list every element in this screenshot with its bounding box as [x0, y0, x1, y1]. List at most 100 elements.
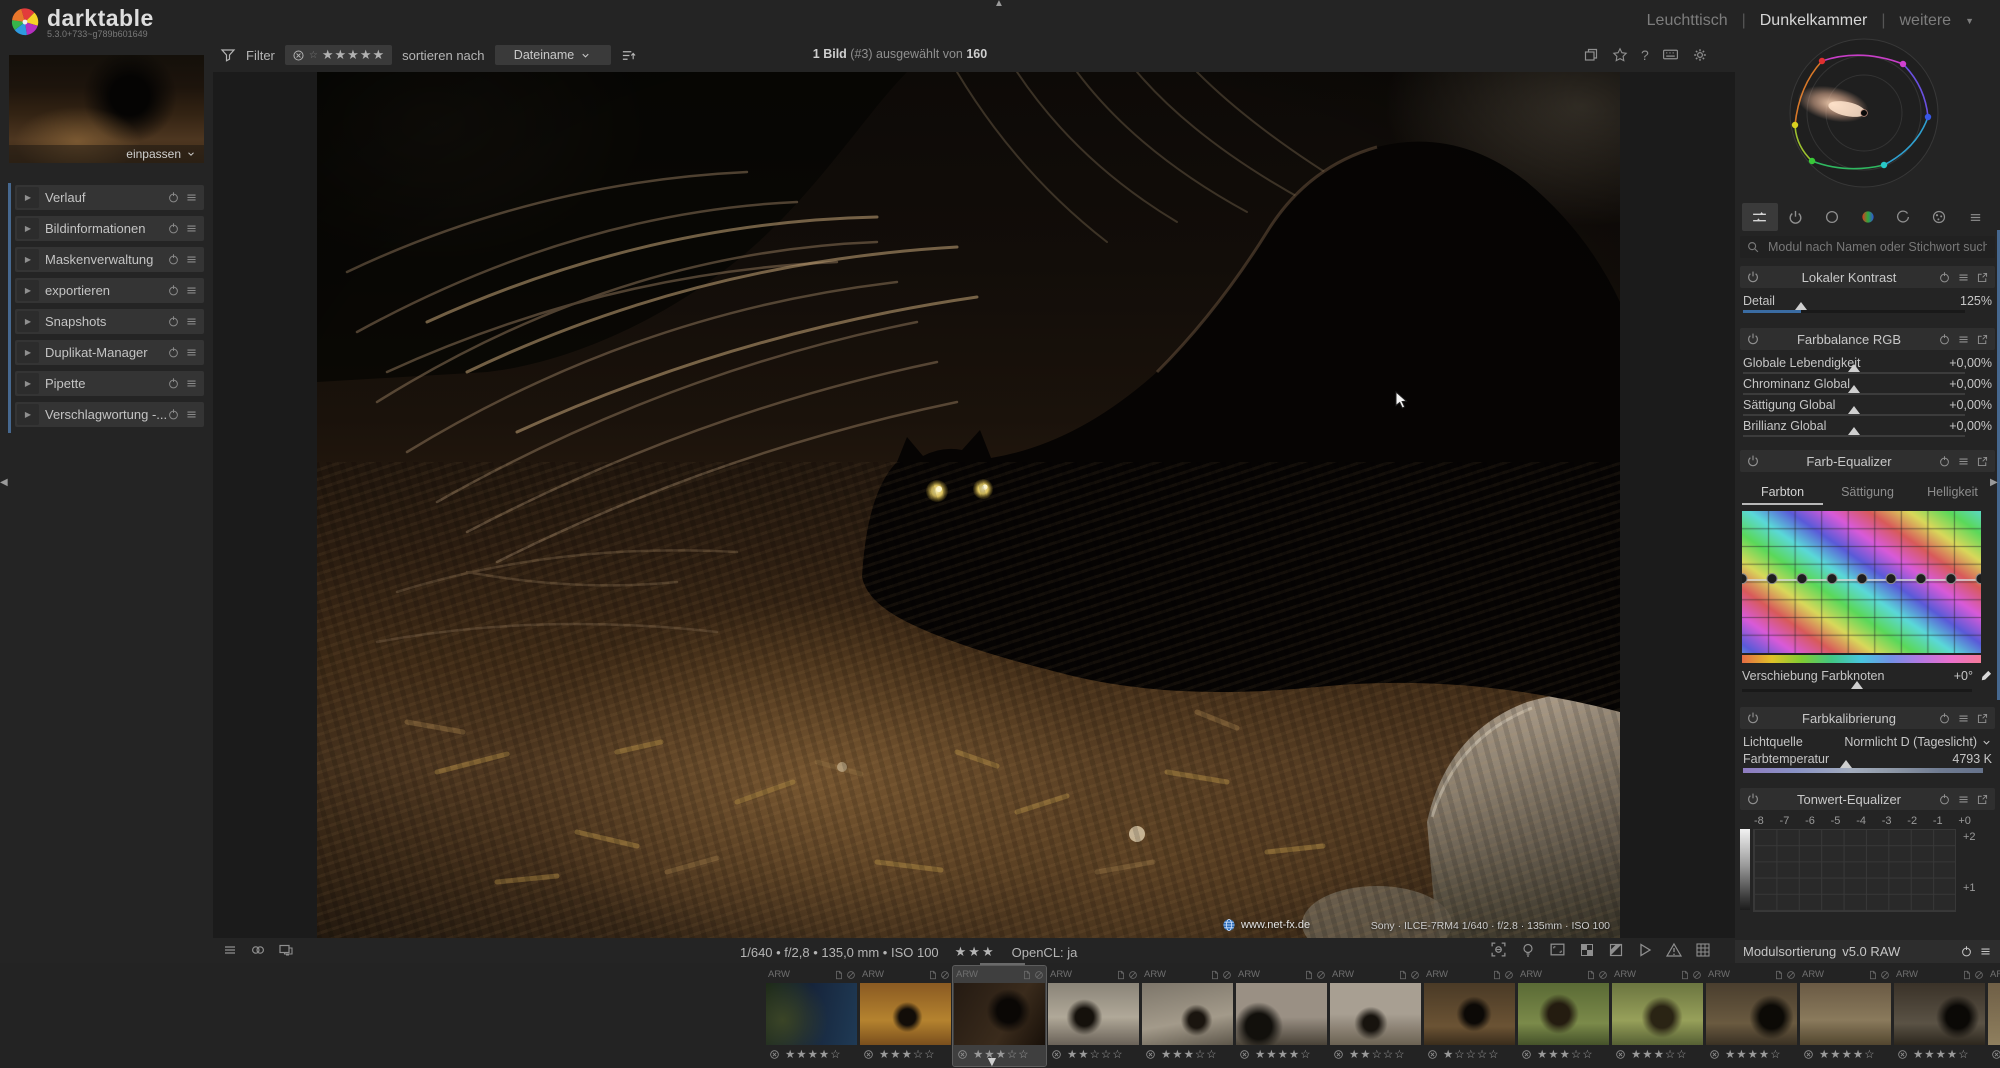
filmstrip[interactable]: ARW★★★★☆ARW★★★☆☆ARW★★★☆☆ARW★★☆☆☆ARW★★★☆☆… [0, 963, 2000, 1068]
module-header[interactable]: Farbbalance RGB [1740, 328, 1995, 350]
thumb-image[interactable] [1142, 983, 1233, 1045]
presets-menu-icon[interactable] [1957, 271, 1970, 284]
illuminant-value[interactable]: Normlicht D (Tageslicht) [1844, 735, 1977, 749]
fit-to-screen-icon[interactable] [1549, 941, 1566, 958]
thumb-rating[interactable]: ★★★☆☆ [1987, 1045, 2000, 1063]
reject-icon[interactable] [1333, 1049, 1344, 1060]
zoom-fit-control[interactable]: einpassen [9, 145, 204, 163]
color-equalizer-grid[interactable] [1742, 511, 1981, 653]
second-window-icon[interactable] [278, 942, 294, 958]
sort-direction-icon[interactable] [621, 48, 636, 63]
reset-icon[interactable] [167, 191, 180, 204]
navigation-thumbnail[interactable]: einpassen [9, 55, 204, 163]
unstarred-icon[interactable]: ☆ [309, 50, 318, 61]
curve-node[interactable] [1886, 573, 1897, 584]
filmstrip-thumb[interactable]: ARW★★★☆☆ [1141, 966, 1234, 1066]
reject-icon[interactable] [863, 1049, 874, 1060]
filmstrip-thumb[interactable]: ARW★★★★☆ [1893, 966, 1986, 1066]
thumb-rating[interactable]: ★★★☆☆ [859, 1045, 952, 1063]
softproof-icon[interactable] [1637, 942, 1653, 958]
power-icon[interactable] [1746, 792, 1760, 806]
gamut-check-icon[interactable] [1579, 942, 1595, 958]
section-image-info[interactable]: ▶Bildinformationen [15, 216, 204, 241]
reject-icon[interactable] [1803, 1049, 1814, 1060]
detail-slider[interactable]: Detail125% [1743, 294, 1992, 313]
panels-toggle-icon[interactable] [1583, 47, 1599, 63]
thumb-rating[interactable]: ★★★★☆ [765, 1045, 858, 1063]
main-image[interactable]: www.net-fx.de Sony · ILCE-7RM4 1/640 · f… [317, 72, 1620, 938]
view-tab-lighttable[interactable]: Leuchttisch [1647, 12, 1728, 30]
reset-icon[interactable] [1938, 793, 1951, 806]
tone-eq-grid[interactable] [1753, 829, 1956, 912]
reject-icon[interactable] [1897, 1049, 1908, 1060]
group-grading-tab[interactable] [1814, 203, 1850, 231]
reject-icon[interactable] [1991, 1049, 2000, 1060]
filmstrip-thumb[interactable]: ARW★★★☆☆ [859, 966, 952, 1066]
reject-icon[interactable] [1145, 1049, 1156, 1060]
eyedropper-icon[interactable] [1979, 669, 1993, 683]
iso12646-assessment-icon[interactable] [1520, 942, 1536, 958]
thumb-rating[interactable]: ★★☆☆☆ [1329, 1045, 1422, 1063]
thumb-rating[interactable]: ★★★★☆ [1799, 1045, 1892, 1063]
filmstrip-thumb[interactable]: ARW★★★★☆ [1705, 966, 1798, 1066]
slider-thumb[interactable] [1848, 385, 1860, 393]
thumb-rating[interactable]: ★★★★☆ [1705, 1045, 1798, 1063]
section-duplicate-manager[interactable]: ▶Duplikat-Manager [15, 340, 204, 365]
thumb-rating[interactable]: ★☆☆☆☆ [1423, 1045, 1516, 1063]
collapse-top-arrow[interactable]: ▲ [994, 0, 1004, 9]
power-icon[interactable] [1746, 711, 1760, 725]
section-history[interactable]: ▶Verlauf [15, 185, 204, 210]
presets-menu-icon[interactable] [185, 222, 198, 235]
section-export[interactable]: ▶exportieren [15, 278, 204, 303]
thumb-rating[interactable]: ★★★☆☆ [1141, 1045, 1234, 1063]
filmstrip-thumb[interactable]: ARW★★★☆☆ [1517, 966, 1610, 1066]
presets-menu-icon[interactable] [185, 346, 198, 359]
favorite-star-icon[interactable] [1612, 47, 1628, 63]
section-tagging[interactable]: ▶Verschlagwortung -... [15, 402, 204, 427]
expand-triangle-icon[interactable]: ▶ [17, 373, 39, 394]
more-views-chevron-icon[interactable]: ▼ [1965, 16, 1974, 26]
section-snapshots[interactable]: ▶Snapshots [15, 309, 204, 334]
global-chroma-slider[interactable]: Chrominanz Global+0,00% [1743, 377, 1992, 395]
presets-menu-icon[interactable] [1979, 945, 1992, 958]
preferences-gear-icon[interactable] [1692, 47, 1708, 63]
expand-triangle-icon[interactable]: ▶ [17, 249, 39, 270]
global-brilliance-slider[interactable]: Brillianz Global+0,00% [1743, 419, 1992, 437]
thumb-image[interactable] [1612, 983, 1703, 1045]
thumb-image[interactable] [766, 983, 857, 1045]
module-order-footer[interactable]: Modulsortierung v5.0 RAW [1735, 940, 2000, 963]
thumb-image[interactable] [860, 983, 951, 1045]
slider-thumb[interactable] [1840, 760, 1852, 768]
thumb-rating[interactable]: ★★★★☆ [1235, 1045, 1328, 1063]
thumb-rating[interactable]: ★★★☆☆ [1517, 1045, 1610, 1063]
presets-menu-icon[interactable] [1957, 455, 1970, 468]
clipping-warning-icon[interactable] [1608, 942, 1624, 958]
group-effects-tab[interactable] [1921, 203, 1957, 231]
tab-brightness[interactable]: Helligkeit [1912, 482, 1993, 505]
sort-combobox[interactable]: Dateiname [495, 45, 611, 65]
curve-node[interactable] [1856, 573, 1867, 584]
global-vibrance-slider[interactable]: Globale Lebendigkeit+0,00% [1743, 356, 1992, 374]
presets-menu-icon[interactable] [185, 377, 198, 390]
thumb-image[interactable] [954, 983, 1045, 1045]
thumb-rating[interactable]: ★★★☆☆ [953, 1045, 1046, 1063]
thumb-image[interactable] [1236, 983, 1327, 1045]
thumb-image[interactable] [1518, 983, 1609, 1045]
collapse-left-arrow[interactable]: ◀ [0, 478, 8, 488]
thumb-rating[interactable]: ★★★★☆ [1893, 1045, 1986, 1063]
presets-menu-icon[interactable] [185, 408, 198, 421]
thumb-image[interactable] [1048, 983, 1139, 1045]
reset-icon[interactable] [167, 408, 180, 421]
filmstrip-thumb[interactable]: ARW★★★★☆ [1799, 966, 1892, 1066]
thumbnail-overlays-menu-icon[interactable] [222, 942, 238, 958]
thumb-image[interactable] [1894, 983, 1985, 1045]
reject-icon[interactable] [1709, 1049, 1720, 1060]
thumb-image[interactable] [1424, 983, 1515, 1045]
reset-icon[interactable] [1960, 945, 1973, 958]
reject-icon[interactable] [1051, 1049, 1062, 1060]
reject-icon[interactable] [1521, 1049, 1532, 1060]
reject-icon[interactable] [769, 1049, 780, 1060]
presets-menu-icon[interactable] [1957, 333, 1970, 346]
reject-icon[interactable] [1615, 1049, 1626, 1060]
grid-overlay-icon[interactable] [1695, 942, 1711, 958]
